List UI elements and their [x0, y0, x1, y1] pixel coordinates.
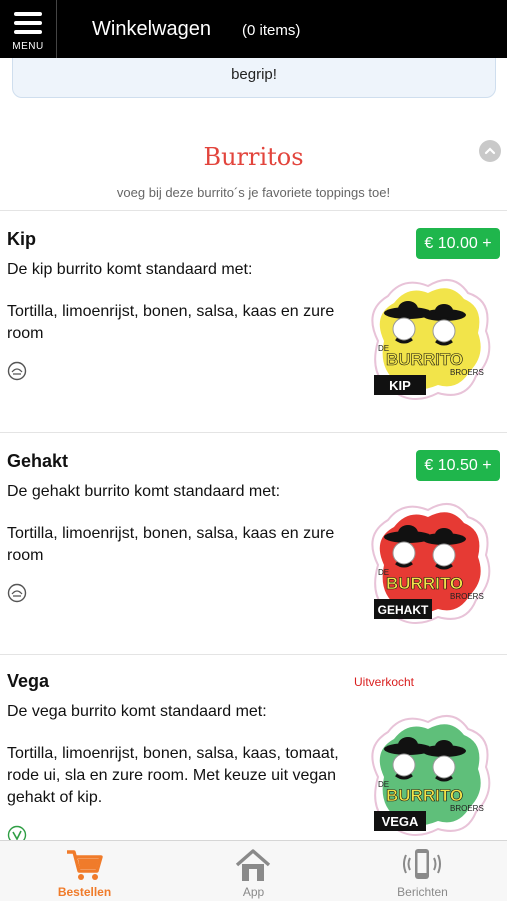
add-price-button[interactable]: € 10.50 + — [416, 450, 500, 481]
product-intro: De kip burrito komt standaard met: — [7, 261, 253, 278]
kip-burrito-logo: DE BURRITO BROERS KIP — [371, 278, 491, 400]
product-intro: De gehakt burrito komt standaard met: — [7, 483, 281, 500]
notice-text: begrip! — [231, 66, 277, 83]
logo-brand-text: BURRITO — [386, 350, 463, 369]
hamburger-icon — [14, 12, 42, 39]
cart-icon — [67, 850, 103, 880]
product-name: Kip — [7, 229, 36, 249]
menu-button[interactable]: MENU — [0, 0, 57, 58]
product-kip[interactable]: Kip € 10.00 + De kip burrito komt standa… — [0, 210, 507, 433]
vegetarian-icon — [7, 825, 27, 841]
scroll-up-button[interactable] — [479, 140, 501, 162]
logo-brand-text: BURRITO — [386, 574, 463, 593]
nav-label: Bestellen — [57, 885, 112, 899]
logo-bottom-text: BROERS — [450, 804, 484, 813]
chevron-up-icon — [484, 147, 496, 155]
soldout-badge: Uitverkocht — [354, 675, 415, 689]
cart-count[interactable]: (0 items) — [242, 22, 300, 39]
nav-berichten[interactable]: Berichten — [338, 841, 507, 901]
gluten-free-icon — [7, 361, 27, 381]
nav-app[interactable]: App — [169, 841, 338, 901]
product-description: Tortilla, limoenrijst, bonen, salsa, kaa… — [7, 303, 335, 342]
logo-tag-text: KIP — [389, 378, 411, 393]
top-bar: MENU Winkelwagen (0 items) — [0, 0, 507, 58]
gluten-free-icon — [7, 583, 27, 603]
logo-tag-text: GEHAKT — [378, 603, 429, 617]
vega-burrito-logo: DE BURRITO BROERS VEGA — [371, 714, 491, 836]
product-vega[interactable]: Vega Uitverkocht De vega burrito komt st… — [0, 654, 507, 841]
cart-title[interactable]: Winkelwagen — [92, 18, 211, 41]
product-intro: De vega burrito komt standaard met: — [7, 703, 267, 720]
bottom-nav: Bestellen App Berichten — [0, 840, 507, 901]
section-subtitle: voeg bij deze burrito´s je favoriete top… — [116, 185, 391, 200]
product-gehakt[interactable]: Gehakt € 10.50 + De gehakt burrito komt … — [0, 432, 507, 655]
home-icon — [235, 849, 271, 881]
logo-tag-text: VEGA — [382, 814, 419, 829]
product-name: Vega — [7, 671, 50, 691]
menu-label: MENU — [12, 41, 44, 52]
gehakt-burrito-logo: DE BURRITO BROERS GEHAKT — [371, 502, 491, 624]
logo-bottom-text: BROERS — [450, 592, 484, 601]
add-price-button[interactable]: € 10.00 + — [416, 228, 500, 259]
product-description: Tortilla, limoenrijst, bonen, salsa, kaa… — [7, 525, 335, 564]
nav-label: Berichten — [397, 885, 448, 899]
nav-label: App — [242, 885, 265, 899]
phone-vibrate-icon — [403, 849, 441, 879]
logo-bottom-text: BROERS — [450, 368, 484, 377]
product-description: Tortilla, limoenrijst, bonen, salsa, kaa… — [7, 745, 339, 806]
section-title: Burritos — [203, 143, 304, 171]
logo-brand-text: BURRITO — [386, 786, 463, 805]
product-name: Gehakt — [7, 451, 69, 471]
nav-bestellen[interactable]: Bestellen — [0, 841, 169, 901]
